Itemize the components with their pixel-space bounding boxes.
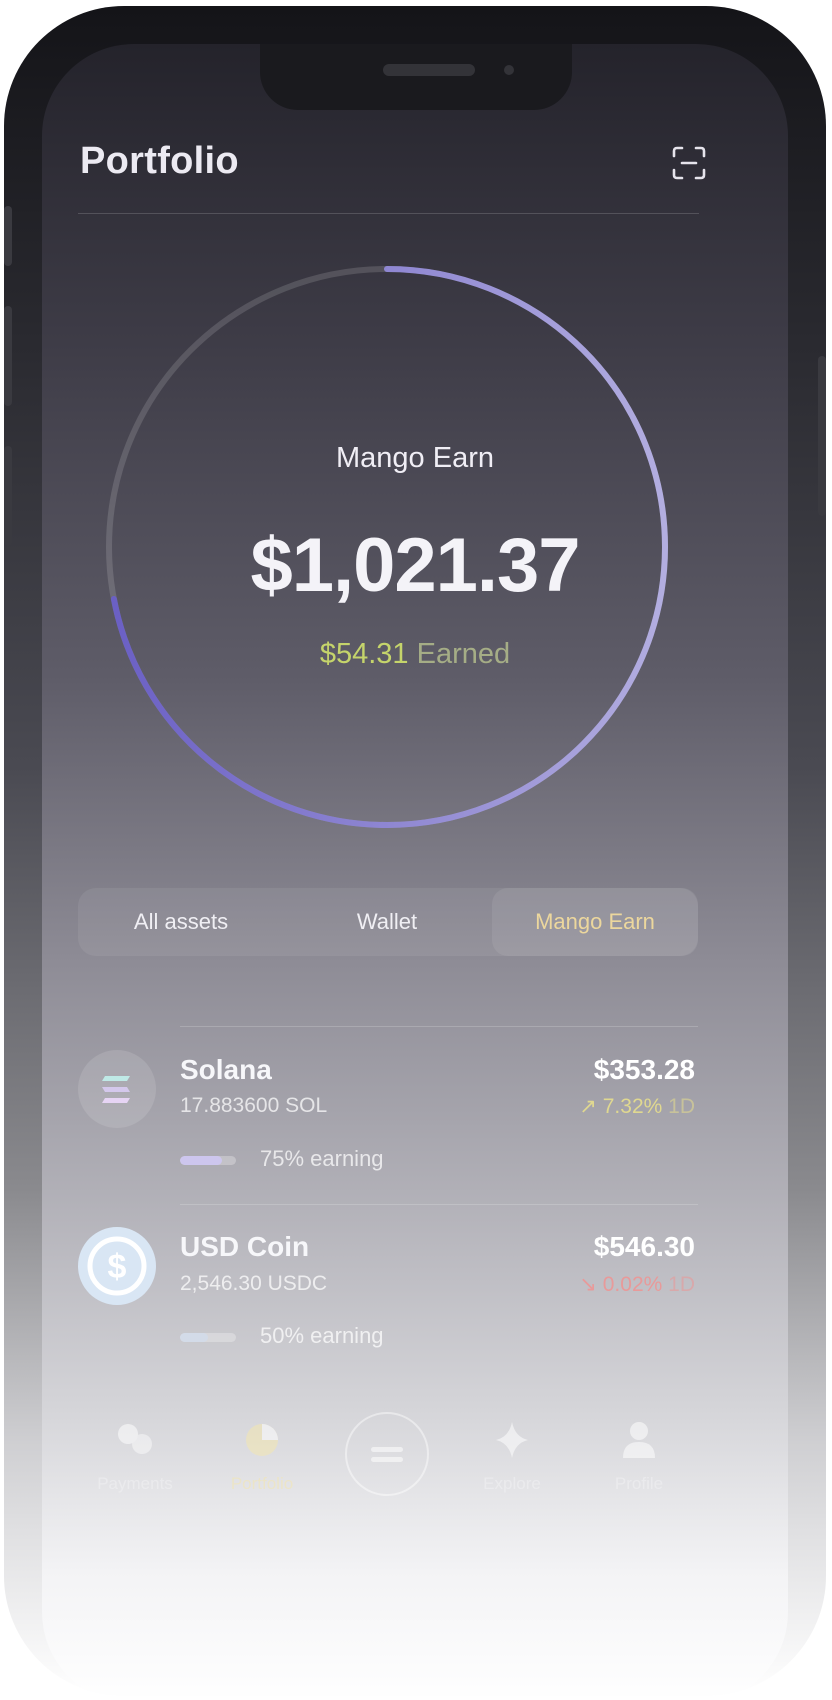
asset-change: ↘ 0.02% 1D	[579, 1272, 695, 1297]
earning-label: 75% earning	[260, 1146, 384, 1171]
usdc-icon: $	[78, 1227, 156, 1305]
earning-label: 50% earning	[260, 1323, 384, 1348]
profile-icon	[623, 1422, 655, 1458]
side-button	[4, 306, 12, 406]
asset-amount: 17.883600 SOL	[180, 1094, 328, 1117]
arrow-down-icon: ↘	[579, 1273, 597, 1296]
nav-label: Portfolio	[230, 1474, 294, 1493]
balance-value: $1,021.37	[250, 523, 580, 608]
list-divider	[180, 1026, 698, 1027]
asset-value: $353.28	[593, 1054, 695, 1085]
power-button	[818, 356, 826, 516]
nav-label: Profile	[614, 1474, 664, 1493]
earning-bar	[180, 1156, 236, 1165]
earned-summary: $54.31 Earned	[42, 638, 788, 671]
earned-amount: $54.31	[319, 638, 409, 670]
list-divider	[180, 1204, 698, 1205]
earn-ring	[106, 266, 668, 828]
nav-profile[interactable]: Profile	[579, 1414, 699, 1493]
asset-value: $546.30	[593, 1231, 695, 1262]
phone-frame: Portfolio Mango Earn $1,021.37 $54.31 Ea…	[4, 6, 826, 1696]
payments-icon	[118, 1424, 152, 1454]
tab-all-assets[interactable]: All assets	[78, 888, 284, 956]
menu-button[interactable]	[345, 1412, 429, 1496]
change-percent: 7.32%	[602, 1095, 663, 1118]
earning-bar-fill	[180, 1156, 222, 1165]
asset-change: ↗ 7.32% 1D	[579, 1094, 695, 1119]
svg-text:$: $	[108, 1248, 127, 1286]
earn-label: Mango Earn	[336, 442, 494, 474]
asset-name: USD Coin	[180, 1231, 310, 1262]
arrow-up-icon: ↗	[579, 1095, 597, 1118]
change-period: 1D	[668, 1095, 695, 1118]
tab-wallet[interactable]: Wallet	[284, 888, 490, 956]
asset-tabs: All assets Wallet Mango Earn	[78, 888, 698, 956]
change-percent: 0.02%	[602, 1273, 663, 1296]
portfolio-icon	[246, 1424, 278, 1456]
nav-portfolio[interactable]: Portfolio	[202, 1414, 322, 1493]
tab-mango-earn[interactable]: Mango Earn	[492, 888, 698, 956]
nav-explore[interactable]: Explore	[452, 1414, 572, 1493]
earning-bar	[180, 1333, 236, 1342]
change-period: 1D	[668, 1273, 695, 1296]
side-button	[4, 206, 12, 266]
menu-icon	[371, 1447, 403, 1462]
solana-icon	[78, 1050, 156, 1128]
nav-payments[interactable]: Payments	[75, 1414, 195, 1493]
explore-icon	[496, 1422, 528, 1458]
side-button	[4, 446, 12, 546]
earning-bar-fill	[180, 1333, 208, 1342]
asset-name: Solana	[180, 1054, 272, 1085]
app-screen: Portfolio Mango Earn $1,021.37 $54.31 Ea…	[42, 44, 788, 1696]
nav-label: Payments	[97, 1474, 173, 1493]
asset-amount: 2,546.30 USDC	[180, 1272, 328, 1295]
nav-label: Explore	[483, 1474, 541, 1493]
earned-label: Earned	[416, 638, 511, 670]
bottom-nav: Payments Portfolio Explore Profile	[42, 1412, 788, 1534]
